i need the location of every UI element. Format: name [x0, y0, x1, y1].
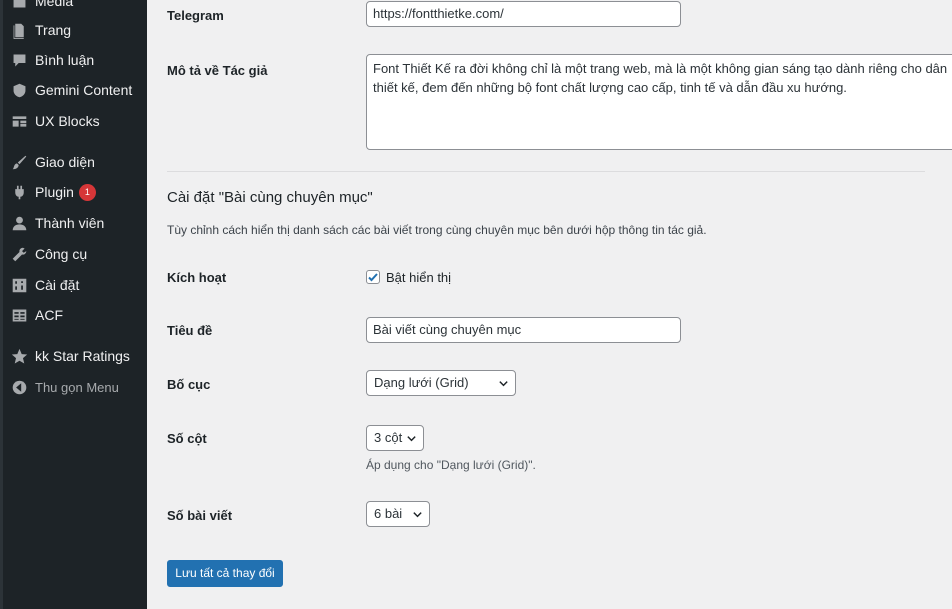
sidebar-item-kk-star-ratings[interactable]: kk Star Ratings — [10, 345, 130, 367]
table-icon — [10, 306, 28, 324]
sidebar-item-label: Giao diện — [35, 154, 95, 170]
sidebar-item-label: Thành viên — [35, 215, 105, 231]
section-divider — [167, 171, 925, 172]
post-count-select[interactable]: 6 bài — [366, 501, 430, 527]
sidebar-item-binh-luan[interactable]: Bình luận — [10, 49, 94, 71]
sidebar-item-cong-cu[interactable]: Công cụ — [10, 243, 87, 265]
page-icon — [10, 21, 28, 39]
columns-label: Số cột — [167, 431, 207, 446]
chevron-down-icon — [406, 426, 417, 450]
columns-hint: Áp dụng cho "Dạng lưới (Grid)". — [366, 458, 536, 472]
chevron-down-icon — [498, 371, 509, 395]
post-count-select-value: 6 bài — [374, 506, 403, 521]
shield-icon — [10, 81, 28, 99]
settings-form: Telegram https://fontthietke.com/ Mô tả … — [147, 0, 952, 609]
sidebar-item-label: kk Star Ratings — [35, 348, 130, 364]
comment-icon — [10, 51, 28, 69]
section-title: Cài đặt "Bài cùng chuyên mục" — [167, 189, 373, 206]
show-related-checkbox-label[interactable]: Bật hiển thị — [386, 270, 451, 285]
section-description: Tùy chỉnh cách hiển thị danh sách các bà… — [167, 223, 707, 237]
sidebar-item-label: Gemini Content — [35, 82, 133, 98]
sidebar-item-label: Bình luận — [35, 52, 95, 68]
author-description-textarea[interactable]: Font Thiết Kế ra đời không chỉ là một tr… — [366, 54, 952, 150]
columns-select[interactable]: 3 cột — [366, 425, 424, 451]
sidebar-item-label: Cài đặt — [35, 277, 80, 293]
columns-select-value: 3 cột — [374, 430, 403, 445]
settings-icon — [10, 276, 28, 294]
plugin-icon — [10, 183, 28, 201]
media-icon — [10, 0, 28, 10]
sidebar-item-label: UX Blocks — [35, 113, 100, 129]
sidebar-item-gemini-content[interactable]: Gemini Content — [10, 79, 132, 101]
telegram-label: Telegram — [167, 8, 224, 23]
sidebar-item-plugin[interactable]: Plugin 1 — [10, 181, 96, 203]
layout-label: Bố cục — [167, 377, 211, 392]
sidebar-item-giao-dien[interactable]: Giao diện — [10, 151, 95, 173]
chevron-down-icon — [412, 502, 423, 526]
sidebar-item-label: Công cụ — [35, 246, 88, 262]
sidebar-item-media[interactable]: Media — [10, 0, 73, 12]
collapse-icon — [10, 378, 28, 396]
sidebar-item-acf[interactable]: ACF — [10, 304, 63, 326]
sidebar-item-thanh-vien[interactable]: Thành viên — [10, 212, 104, 234]
layout-select[interactable]: Dạng lưới (Grid) — [366, 370, 516, 396]
sidebar-item-label: Media — [35, 0, 74, 9]
sidebar-item-label: Plugin — [35, 184, 74, 200]
wrench-icon — [10, 245, 28, 263]
collapse-menu-button[interactable]: Thu gọn Menu — [10, 376, 119, 398]
sidebar-item-label: Trang — [35, 22, 72, 38]
brush-icon — [10, 153, 28, 171]
heading-label: Tiêu đề — [167, 323, 213, 338]
sidebar-item-cai-dat[interactable]: Cài đặt — [10, 274, 79, 296]
telegram-input[interactable]: https://fontthietke.com/ — [366, 1, 681, 27]
show-related-checkbox[interactable] — [366, 270, 380, 284]
sidebar-item-label: ACF — [35, 307, 63, 323]
star-icon — [10, 347, 28, 365]
checkmark-icon — [368, 273, 378, 282]
save-all-button[interactable]: Lưu tất cả thay đổi — [167, 560, 283, 587]
blocks-icon — [10, 112, 28, 130]
sidebar-item-trang[interactable]: Trang — [10, 19, 71, 41]
sidebar-item-ux-blocks[interactable]: UX Blocks — [10, 110, 100, 132]
activate-label: Kích hoạt — [167, 270, 227, 285]
author-description-label: Mô tả về Tác giả — [167, 63, 268, 78]
layout-select-value: Dạng lưới (Grid) — [374, 375, 469, 390]
post-count-label: Số bài viết — [167, 508, 233, 523]
user-icon — [10, 214, 28, 232]
heading-input[interactable]: Bài viết cùng chuyên mục — [366, 317, 681, 343]
update-count-badge: 1 — [78, 183, 96, 201]
admin-sidebar: Media Trang Bình luận Gemini Content UX … — [0, 0, 147, 609]
sidebar-edge — [0, 0, 3, 609]
sidebar-item-label: Thu gọn Menu — [35, 379, 119, 395]
